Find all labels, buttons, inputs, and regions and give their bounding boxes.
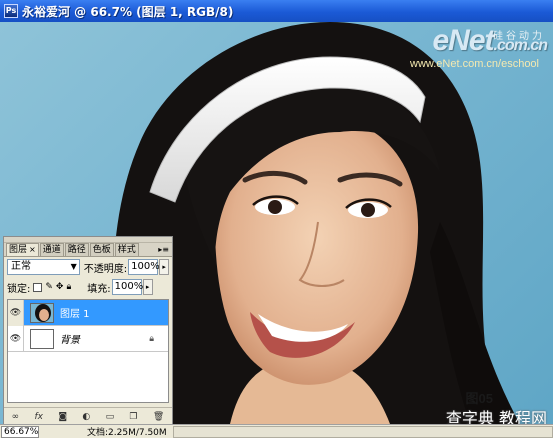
layer-thumbnail <box>30 328 54 349</box>
panel-bottom-toolbar: ∞ fx ◙ ◐ ▭ ❐ 🗑︎ <box>4 407 172 425</box>
opacity-field[interactable]: 100% <box>128 259 160 275</box>
tab-styles-label: 样式 <box>117 245 136 255</box>
chevron-down-icon: ▼ <box>70 262 77 271</box>
lock-all-icon[interactable]: 🔒︎ <box>66 282 71 292</box>
close-tab-icon[interactable]: × <box>29 245 36 254</box>
photoshop-app-icon[interactable]: Ps <box>4 4 18 18</box>
group-icon[interactable]: ▭ <box>106 412 115 422</box>
blend-mode-select[interactable]: 正常 ▼ <box>7 259 80 275</box>
tab-paths-label: 路径 <box>67 245 86 255</box>
layer-name: 背景 <box>60 335 80 346</box>
layer-row-layer1[interactable]: 👁︎ 图层 1 <box>8 299 168 326</box>
link-icon[interactable]: ∞ <box>12 412 20 422</box>
eye-icon[interactable]: 👁︎ <box>8 299 24 326</box>
tab-channels-label: 通道 <box>42 245 61 255</box>
tab-paths[interactable]: 路径 <box>64 243 89 256</box>
adjustment-icon[interactable]: ◐ <box>82 412 90 422</box>
document-title: 永裕爱河 @ 66.7% (图层 1, RGB/8) <box>22 4 234 19</box>
fill-label: 填充: <box>87 283 111 295</box>
lock-label: 锁定: <box>7 283 31 295</box>
layer-name: 图层 1 <box>60 309 90 320</box>
new-layer-icon[interactable]: ❐ <box>129 412 137 422</box>
panel-menu-icon[interactable]: ▸≡ <box>158 245 169 254</box>
watermark-url: www.eNet.com.cn/eschool <box>410 58 539 70</box>
tab-layers[interactable]: 图层 × <box>6 243 39 256</box>
tab-styles[interactable]: 样式 <box>114 243 139 256</box>
opacity-label: 不透明度: <box>83 263 128 275</box>
mask-icon[interactable]: ◙ <box>58 412 67 422</box>
trash-icon[interactable]: 🗑︎ <box>153 412 164 422</box>
layer-thumbnail <box>30 302 54 323</box>
tab-swatches-label: 色板 <box>92 245 111 255</box>
lock-icon: 🔒︎ <box>149 333 154 344</box>
layers-list: 👁︎ 图层 1 👁︎ 背景 🔒︎ <box>7 299 169 403</box>
fill-slider-button[interactable]: ▸ <box>142 279 153 295</box>
status-bar: 66.67% 文档:2.25M/7.50M <box>0 424 553 438</box>
layer-row-background[interactable]: 👁︎ 背景 🔒︎ <box>8 325 168 352</box>
horizontal-scrollbar[interactable] <box>172 425 553 438</box>
fill-field[interactable]: 100% <box>111 279 143 295</box>
photoshop-window: Ps 永裕爱河 @ 66.7% (图层 1, RGB/8) eNet.com.c… <box>0 0 553 438</box>
zoom-field[interactable]: 66.67% <box>1 425 39 438</box>
opacity-slider-button[interactable]: ▸ <box>159 259 169 275</box>
lock-transparency-icon[interactable] <box>33 282 43 292</box>
lock-fill-row: 锁定: ✎ ✥ 🔒︎ 填充: 100% ▸ <box>4 277 172 297</box>
fx-icon[interactable]: fx <box>34 412 43 422</box>
layers-panel: 图层 × 通道 路径 色板 样式 ▸≡ 正常 ▼ 不透明度: 100% ▸ 锁定:… <box>3 236 173 426</box>
document-info[interactable]: 文档:2.25M/7.50M <box>87 425 167 438</box>
tab-swatches[interactable]: 色板 <box>89 243 114 256</box>
tab-layers-label: 图层 <box>9 245 28 255</box>
lock-brush-icon[interactable]: ✎ <box>45 282 53 292</box>
tab-channels[interactable]: 通道 <box>39 243 64 256</box>
watermark-tagline: 硅谷动力 <box>493 31 545 42</box>
panel-tab-strip: 图层 × 通道 路径 色板 样式 ▸≡ <box>4 243 172 257</box>
eye-icon[interactable]: 👁︎ <box>8 325 24 352</box>
lock-icons: ✎ ✥ 🔒︎ <box>33 282 71 292</box>
blend-mode-value: 正常 <box>11 261 31 272</box>
title-bar[interactable]: Ps 永裕爱河 @ 66.7% (图层 1, RGB/8) <box>0 0 553 22</box>
lock-move-icon[interactable]: ✥ <box>56 282 64 292</box>
blend-opacity-row: 正常 ▼ 不透明度: 100% ▸ <box>4 257 172 277</box>
watermark-logo-text: eNet <box>432 24 495 57</box>
